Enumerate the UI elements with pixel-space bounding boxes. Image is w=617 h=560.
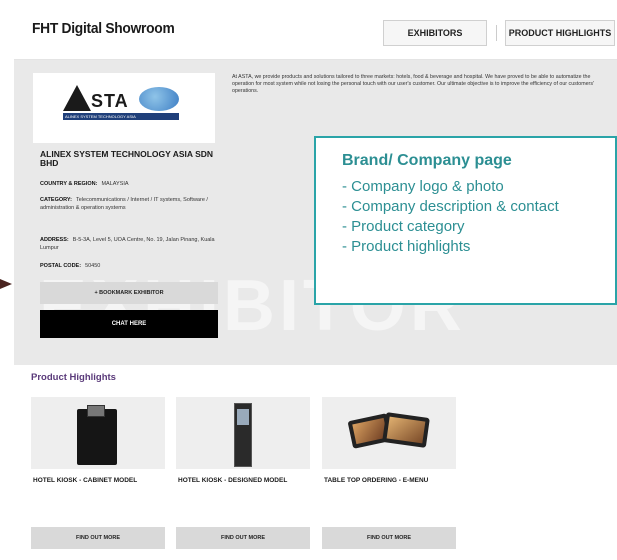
info-address-label: ADDRESS: bbox=[40, 237, 69, 243]
info-country-label: COUNTRY & REGION: bbox=[40, 181, 98, 187]
product-highlights-title: Product Highlights bbox=[31, 372, 116, 383]
kiosk-screen-shape bbox=[87, 405, 105, 417]
globe-icon bbox=[139, 87, 179, 111]
nav-divider bbox=[496, 25, 497, 41]
logo-a-shape bbox=[63, 85, 91, 111]
info-country: COUNTRY & REGION: MALAYSIA bbox=[40, 180, 218, 188]
annotation-title: Brand/ Company page bbox=[342, 152, 512, 169]
chat-button[interactable]: CHAT HERE bbox=[40, 310, 218, 338]
annotation-item: - Company logo & photo bbox=[342, 178, 504, 195]
find-out-more-button[interactable]: FIND OUT MORE bbox=[31, 527, 165, 549]
tablet-menu-image[interactable] bbox=[322, 397, 456, 469]
logo-subtitle: ALINEX SYSTEM TECHNOLOGY ASIA bbox=[65, 114, 136, 119]
company-description: At ASTA, we provide products and solutio… bbox=[232, 74, 594, 94]
annotation-item: - Product category bbox=[342, 218, 465, 235]
info-category: CATEGORY: Telecommunications / Internet /… bbox=[40, 196, 218, 212]
product-name: HOTEL KIOSK - CABINET MODEL bbox=[33, 477, 138, 484]
info-country-value: MALAYSIA bbox=[101, 181, 129, 187]
info-postal-label: POSTAL CODE: bbox=[40, 263, 82, 269]
product-name: HOTEL KIOSK - DESIGNED MODEL bbox=[178, 477, 288, 484]
nav-exhibitors-button[interactable]: EXHIBITORS bbox=[383, 20, 487, 46]
info-address: ADDRESS: B-5-3A, Level 5, UOA Centre, No.… bbox=[40, 236, 218, 252]
nav-product-highlights-button[interactable]: PRODUCT HIGHLIGHTS bbox=[505, 20, 615, 46]
kiosk-cabinet-shape bbox=[77, 409, 117, 465]
company-logo: STA ALINEX SYSTEM TECHNOLOGY ASIA bbox=[33, 73, 215, 143]
product-name: TABLE TOP ORDERING - E-MENU bbox=[324, 477, 429, 484]
cabinet-kiosk-image[interactable] bbox=[31, 397, 165, 469]
find-out-more-button[interactable]: FIND OUT MORE bbox=[176, 527, 310, 549]
annotation-item: - Product highlights bbox=[342, 238, 471, 255]
site-title: FHT Digital Showroom bbox=[32, 20, 175, 37]
find-out-more-button[interactable]: FIND OUT MORE bbox=[322, 527, 456, 549]
info-category-label: CATEGORY: bbox=[40, 197, 72, 203]
info-postal-value: 50450 bbox=[85, 263, 101, 269]
tablet-shape bbox=[382, 412, 430, 448]
tower-kiosk-image[interactable] bbox=[176, 397, 310, 469]
arrow-icon bbox=[0, 279, 12, 289]
bookmark-exhibitor-button[interactable]: + BOOKMARK EXHIBITOR bbox=[40, 282, 218, 304]
info-postal-code: POSTAL CODE: 50450 bbox=[40, 262, 218, 270]
company-name: ALINEX SYSTEM TECHNOLOGY ASIA SDN BHD bbox=[40, 149, 214, 168]
logo-text: STA bbox=[91, 91, 129, 111]
site-header: FHT Digital Showroom EXHIBITORS PRODUCT … bbox=[14, 0, 617, 60]
annotation-item: - Company description & contact bbox=[342, 198, 559, 215]
kiosk-screen-shape bbox=[237, 409, 249, 425]
annotation-callout: Brand/ Company page - Company logo & pho… bbox=[314, 136, 617, 305]
